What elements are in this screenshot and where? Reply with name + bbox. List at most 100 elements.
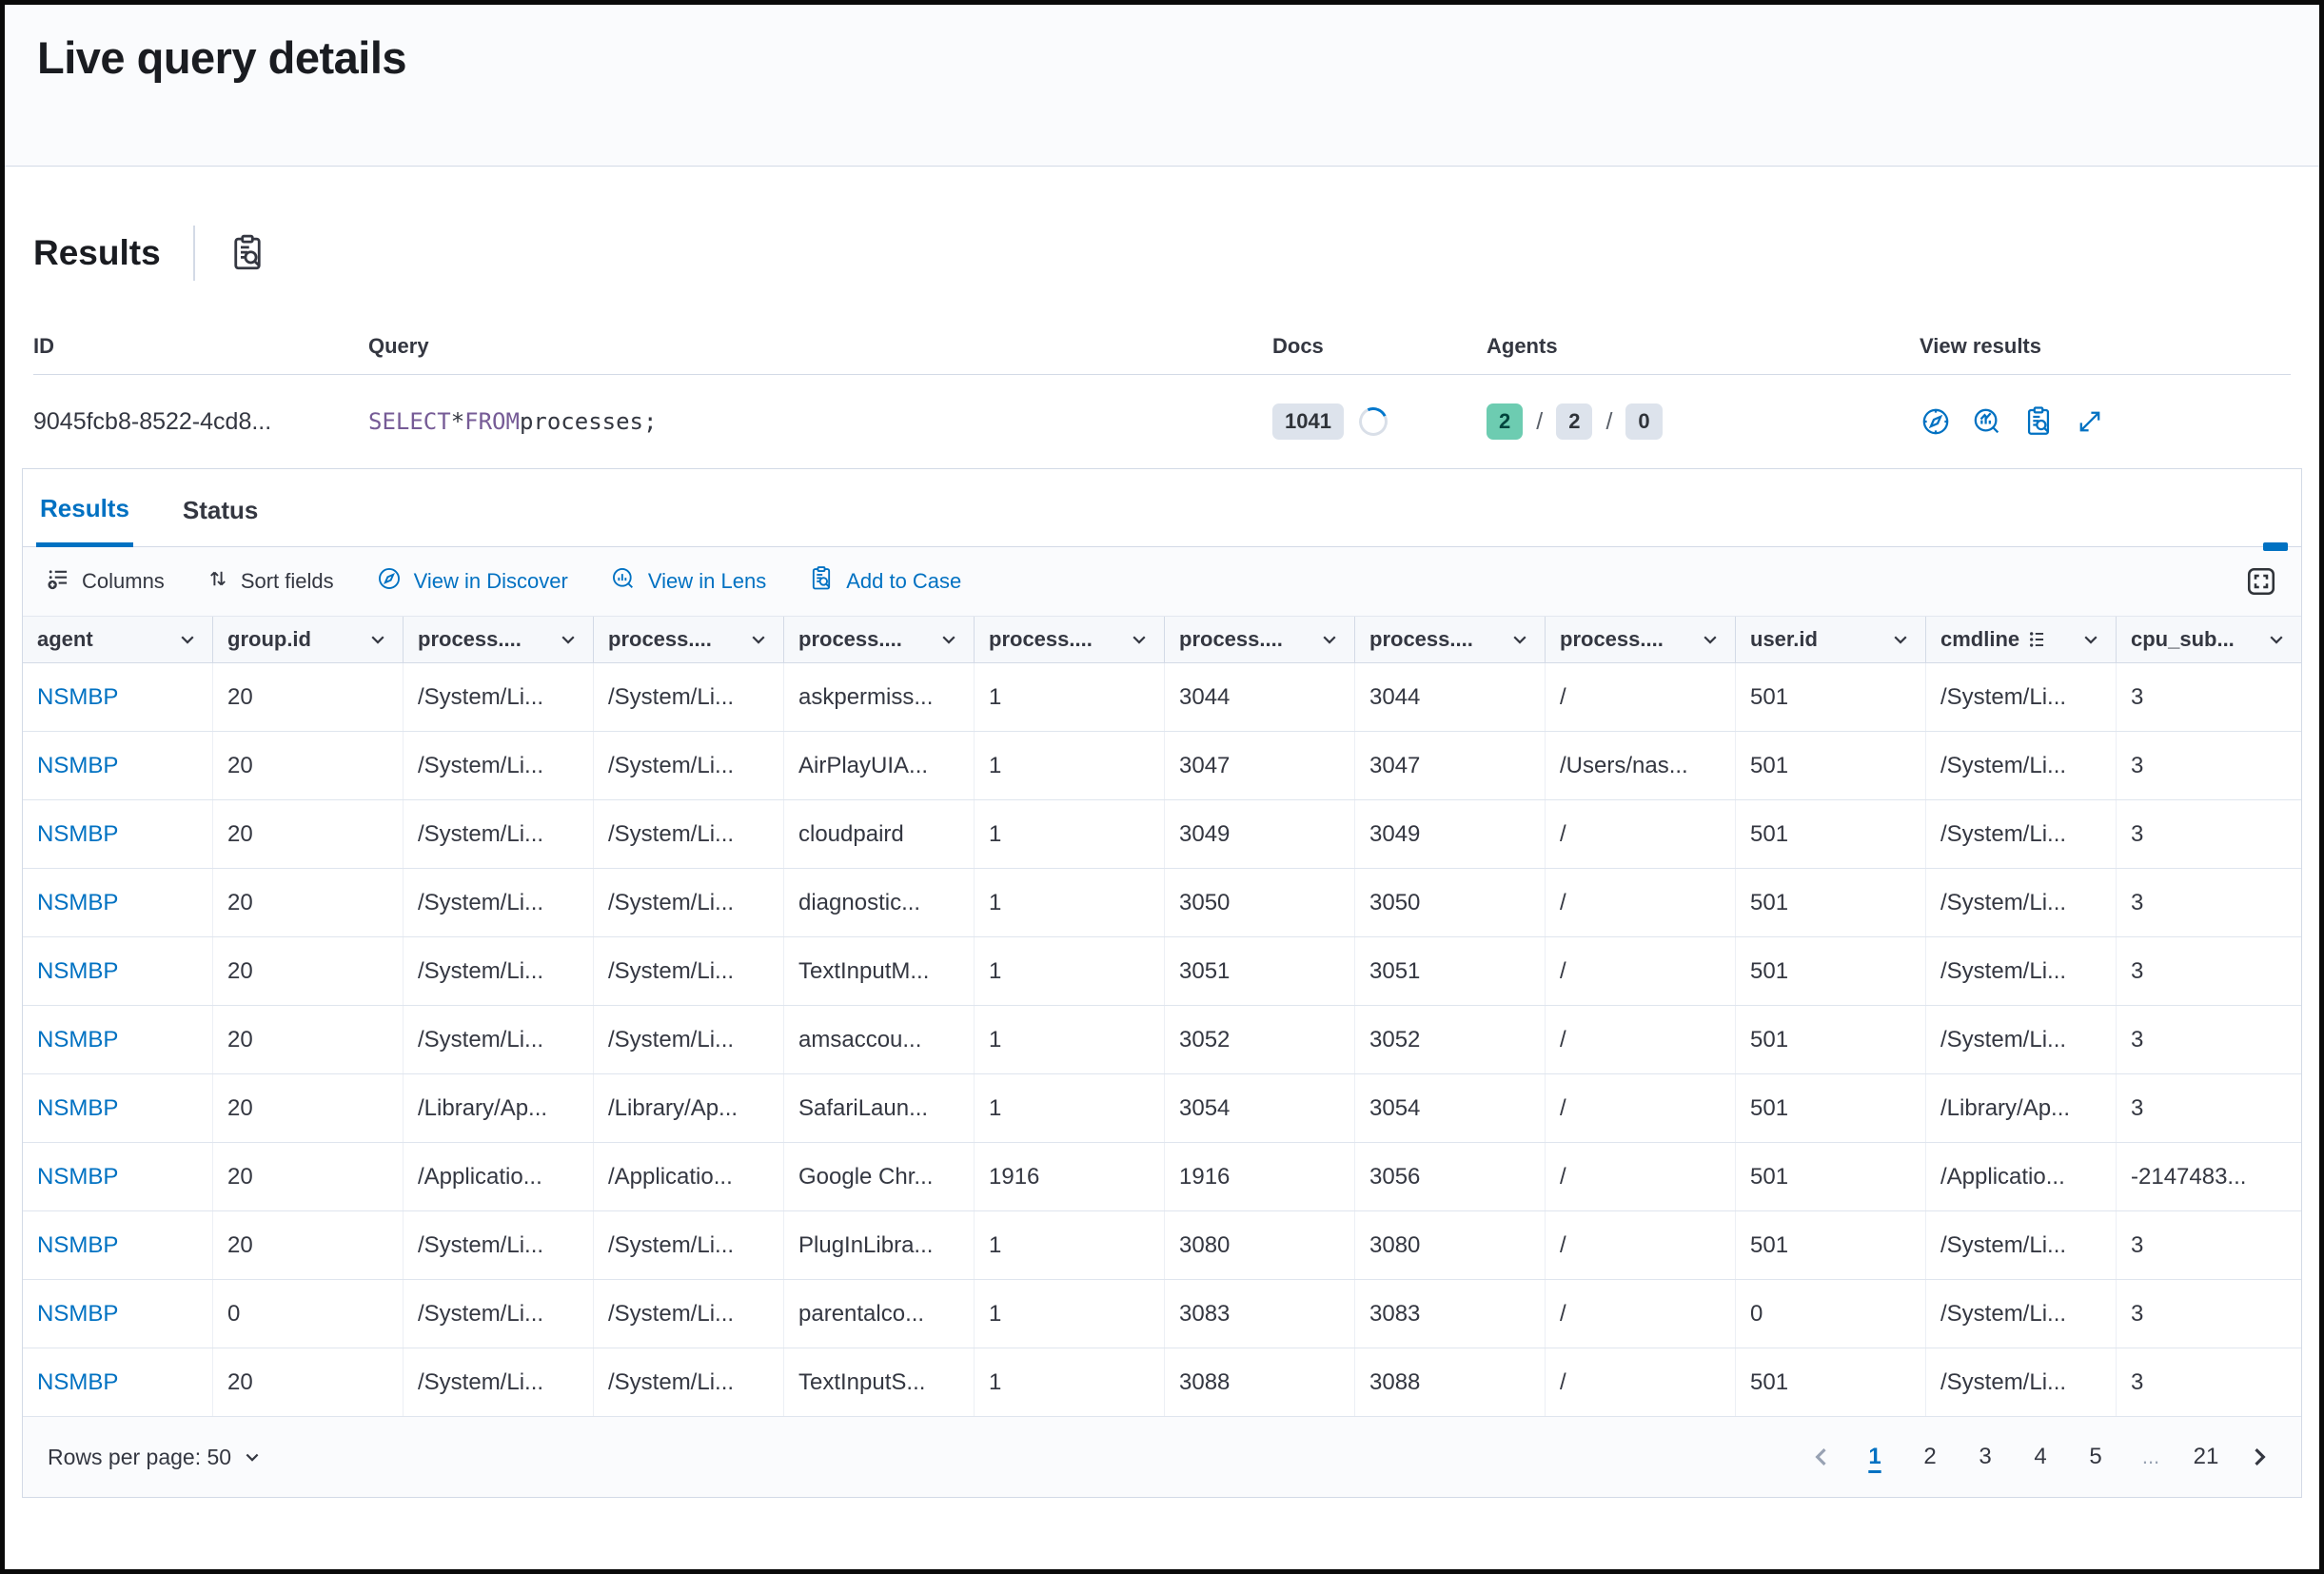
pagination-page-1[interactable]: 1 — [1852, 1434, 1898, 1480]
column-header-user.id-9[interactable]: user.id — [1736, 617, 1926, 662]
case-clipboard-icon — [808, 565, 835, 598]
view-in-lens-button[interactable]: View in Lens — [610, 565, 766, 598]
view-in-discover-label: View in Discover — [414, 569, 568, 594]
cell-value: /Library/Ap... — [1940, 1095, 2070, 1122]
tab-results[interactable]: Results — [36, 494, 133, 547]
pagination-page-3[interactable]: 3 — [1962, 1434, 2008, 1480]
grid-cell: cloudpaird — [784, 800, 975, 868]
grid-cell: 1 — [975, 663, 1165, 731]
grid-cell: /System/Li... — [594, 1006, 784, 1073]
agent-link[interactable]: NSMBP — [37, 753, 118, 779]
lens-icon[interactable] — [1971, 405, 2003, 438]
agent-link[interactable]: NSMBP — [37, 1369, 118, 1396]
chevron-down-icon — [2080, 629, 2101, 650]
fullscreen-icon[interactable] — [2244, 564, 2278, 599]
agent-link[interactable]: NSMBP — [37, 1095, 118, 1122]
cell-value: 1 — [989, 1027, 1001, 1053]
agent-link[interactable]: NSMBP — [37, 1164, 118, 1190]
column-header-label: group.id — [227, 627, 311, 652]
agent-link[interactable]: NSMBP — [37, 821, 118, 848]
column-header-process....-8[interactable]: process.... — [1546, 617, 1736, 662]
columns-icon — [46, 566, 70, 597]
cell-value: /System/Li... — [418, 821, 543, 848]
column-header-label: process.... — [798, 627, 902, 652]
grid-cell: / — [1546, 1074, 1736, 1142]
grid-cell: 3083 — [1165, 1280, 1355, 1348]
cell-value: /System/Li... — [418, 890, 543, 916]
grid-cell: 1 — [975, 1074, 1165, 1142]
column-actions-icon — [2027, 629, 2048, 650]
column-header-label: process.... — [418, 627, 522, 652]
expand-diagonal-icon[interactable] — [2074, 405, 2106, 438]
add-to-case-button[interactable]: Add to Case — [808, 565, 961, 598]
pagination-page-21[interactable]: 21 — [2183, 1434, 2229, 1480]
cell-value: 501 — [1750, 753, 1788, 779]
grid-cell: 20 — [213, 1143, 404, 1210]
agent-link[interactable]: NSMBP — [37, 1232, 118, 1259]
grid-cell: 3083 — [1355, 1280, 1546, 1348]
grid-cell: 3051 — [1165, 937, 1355, 1005]
table-row: NSMBP20/System/Li.../System/Li...TextInp… — [23, 1348, 2301, 1417]
column-header-process....-6[interactable]: process.... — [1165, 617, 1355, 662]
sort-fields-button[interactable]: Sort fields — [207, 567, 334, 596]
cell-value: 3047 — [1369, 753, 1420, 779]
column-header-group.id-1[interactable]: group.id — [213, 617, 404, 662]
agent-link[interactable]: NSMBP — [37, 890, 118, 916]
grid-cell: /System/Li... — [404, 1348, 594, 1416]
sql-token-plain: * — [451, 408, 464, 435]
column-header-process....-5[interactable]: process.... — [975, 617, 1165, 662]
column-header-cmdline-10[interactable]: cmdline — [1926, 617, 2117, 662]
cell-value: /System/Li... — [418, 1301, 543, 1328]
grid-cell: NSMBP — [23, 663, 213, 731]
rows-per-page-button[interactable]: Rows per page: 50 — [48, 1445, 262, 1470]
agent-link[interactable]: NSMBP — [37, 1027, 118, 1053]
cell-value: /System/Li... — [608, 890, 734, 916]
cell-value: 3049 — [1179, 821, 1230, 848]
column-header-process....-3[interactable]: process.... — [594, 617, 784, 662]
pagination-page-4[interactable]: 4 — [2018, 1434, 2063, 1480]
cell-value: 20 — [227, 821, 253, 848]
column-header-process....-4[interactable]: process.... — [784, 617, 975, 662]
column-header-label: agent — [37, 627, 93, 652]
grid-cell: / — [1546, 1348, 1736, 1416]
view-in-lens-label: View in Lens — [648, 569, 766, 594]
cell-value: 501 — [1750, 684, 1788, 711]
view-in-discover-button[interactable]: View in Discover — [376, 565, 568, 598]
columns-button[interactable]: Columns — [46, 566, 165, 597]
grid-cell: 501 — [1736, 1074, 1926, 1142]
cell-value: 20 — [227, 1164, 253, 1190]
agent-link[interactable]: NSMBP — [37, 958, 118, 985]
cell-value: /System/Li... — [1940, 1369, 2066, 1396]
summary-header-view-results: View results — [1920, 323, 2291, 374]
cell-value: / — [1560, 1027, 1566, 1053]
cell-value: 3044 — [1179, 684, 1230, 711]
grid-cell: /System/Li... — [594, 732, 784, 799]
pagination-previous-button[interactable] — [1804, 1440, 1839, 1474]
cell-value: / — [1560, 958, 1566, 985]
pagination-page-5[interactable]: 5 — [2073, 1434, 2118, 1480]
pagination-next-button[interactable] — [2242, 1440, 2276, 1474]
column-header-agent-0[interactable]: agent — [23, 617, 213, 662]
grid-cell: 1 — [975, 869, 1165, 936]
columns-label: Columns — [82, 569, 165, 594]
column-header-label: process.... — [1369, 627, 1473, 652]
grid-cell: /Applicatio... — [404, 1143, 594, 1210]
column-header-cpu_sub...-11[interactable]: cpu_sub... — [2117, 617, 2301, 662]
column-header-label: cpu_sub... — [2131, 627, 2235, 652]
column-header-process....-2[interactable]: process.... — [404, 617, 594, 662]
inspect-results-icon[interactable] — [2022, 405, 2055, 438]
discover-compass-icon[interactable] — [1920, 405, 1952, 438]
agent-link[interactable]: NSMBP — [37, 684, 118, 711]
cell-value: / — [1560, 684, 1566, 711]
grid-cell: 501 — [1736, 1143, 1926, 1210]
grid-cell: 3 — [2117, 1211, 2301, 1279]
grid-cell: /System/Li... — [594, 937, 784, 1005]
pagination-page-2[interactable]: 2 — [1907, 1434, 1953, 1480]
agent-link[interactable]: NSMBP — [37, 1301, 118, 1328]
inspect-clipboard-icon[interactable] — [227, 233, 267, 273]
tab-status[interactable]: Status — [179, 494, 262, 546]
chevron-left-icon — [1808, 1444, 1835, 1470]
grid-cell: askpermiss... — [784, 663, 975, 731]
grid-cell: parentalco... — [784, 1280, 975, 1348]
column-header-process....-7[interactable]: process.... — [1355, 617, 1546, 662]
